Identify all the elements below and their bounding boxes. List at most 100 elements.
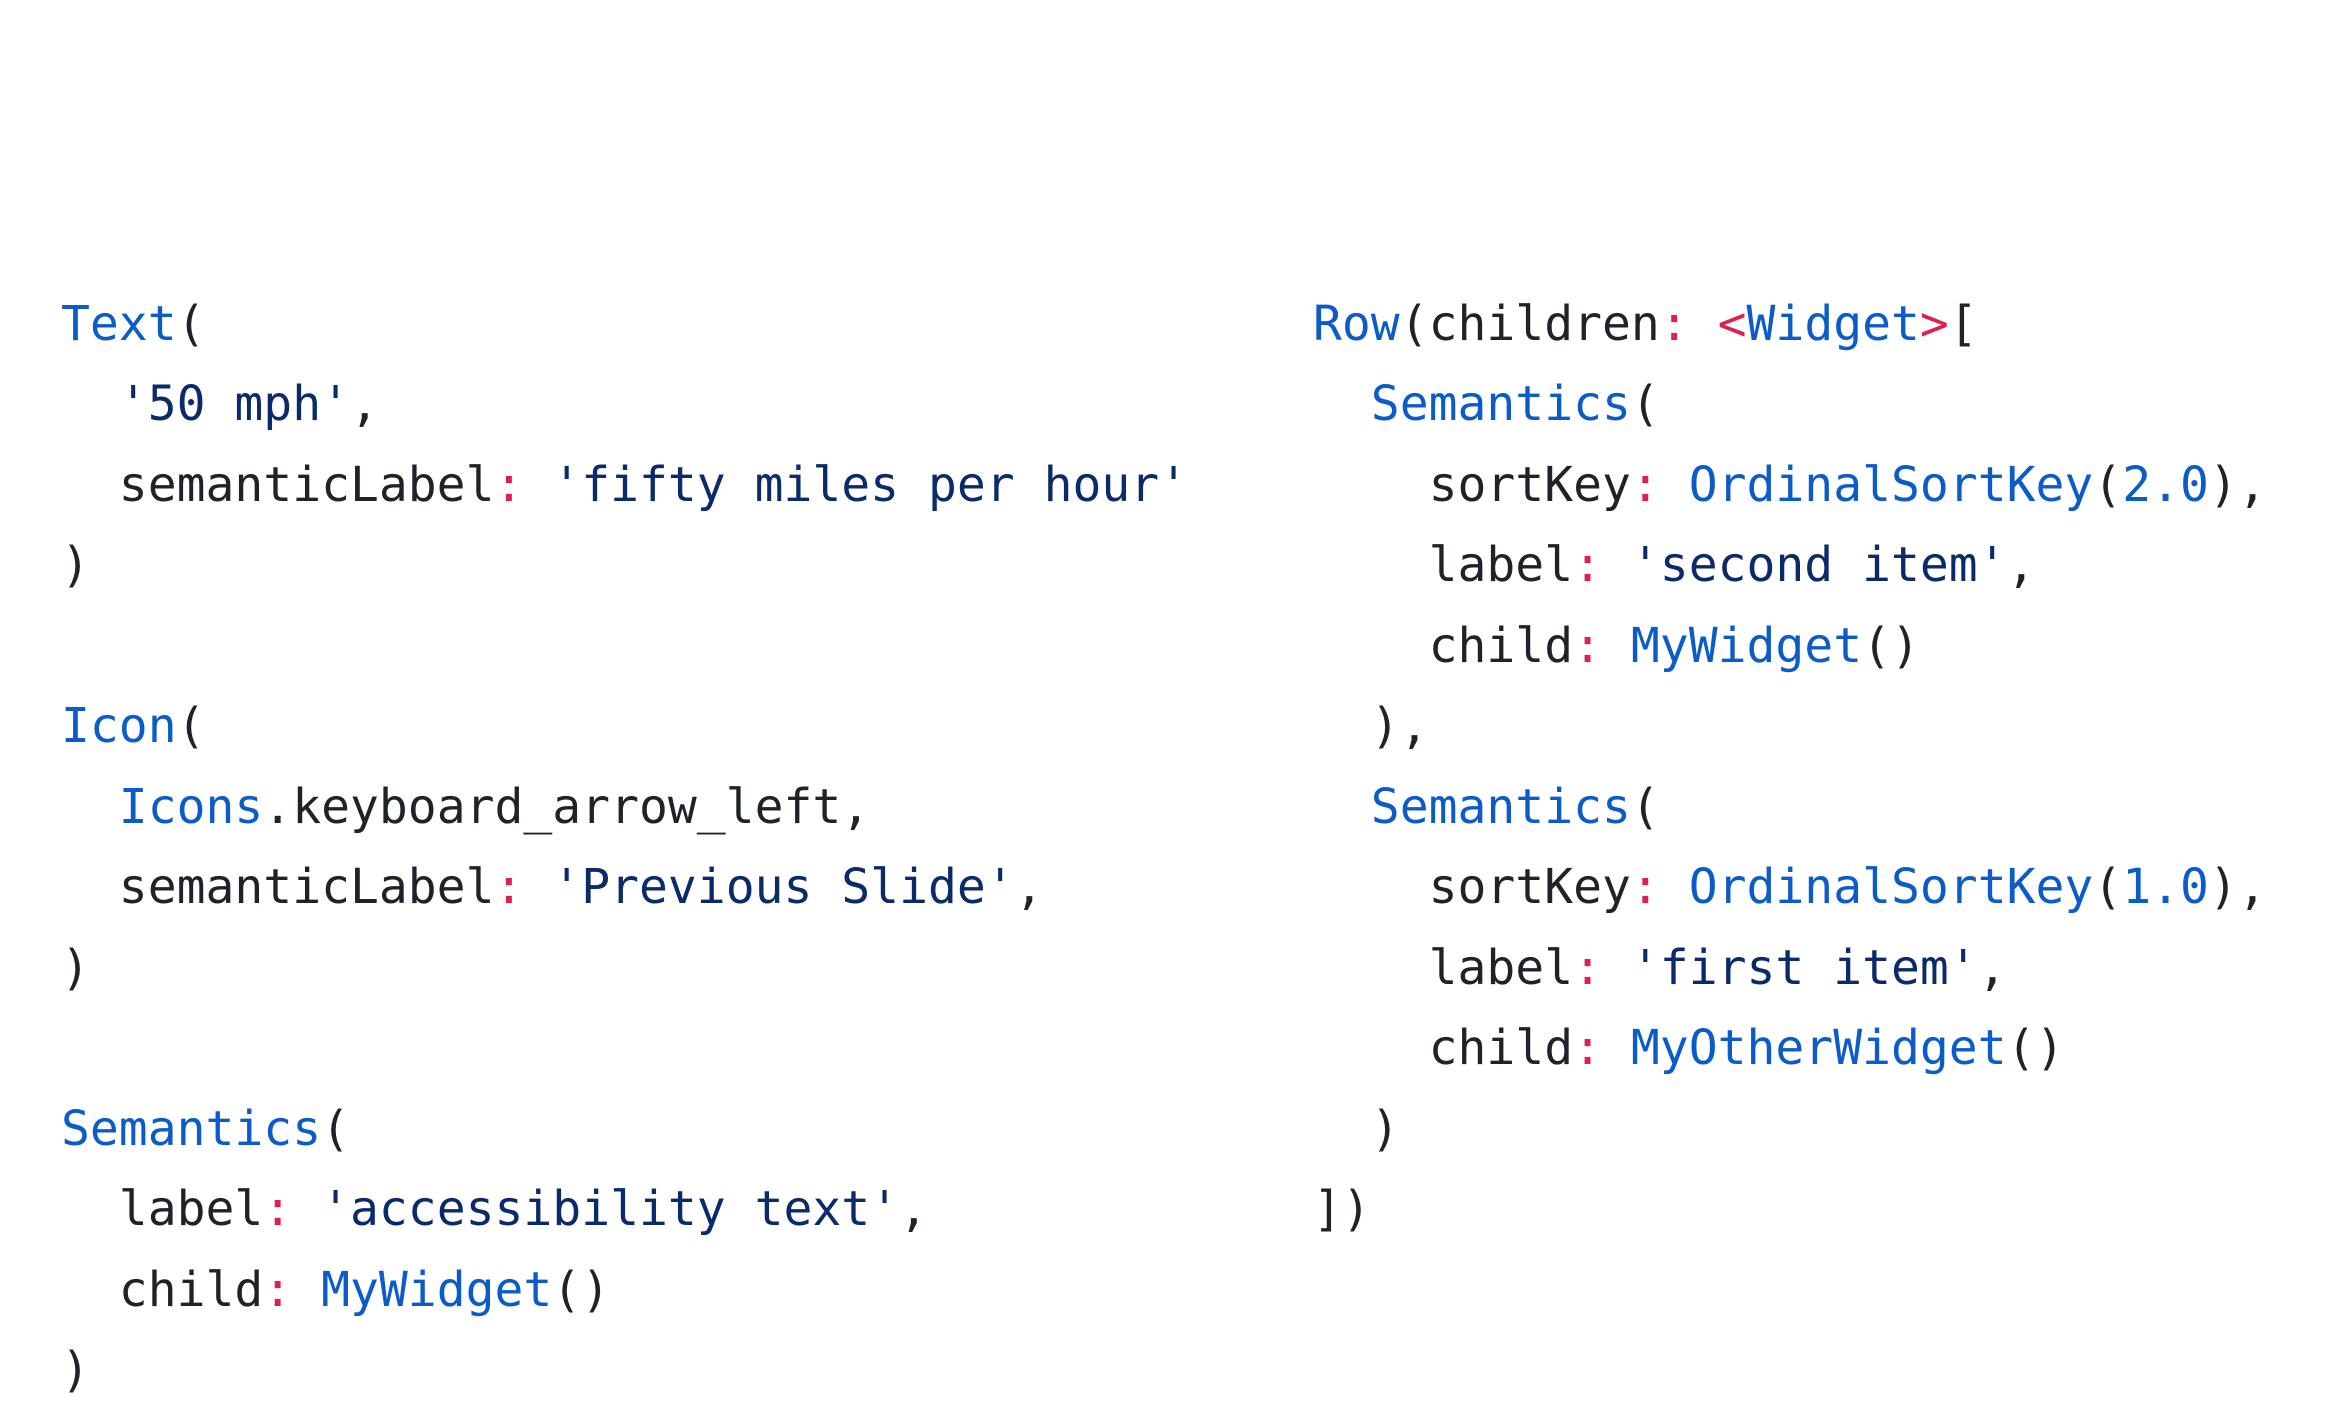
code-token-type: Icon	[61, 698, 177, 754]
code-token-punct: ])	[1313, 1181, 1371, 1237]
code-token-type: Row	[1313, 295, 1400, 352]
code-token-colon: :	[494, 859, 524, 915]
code-token-punct: (children	[1399, 295, 1660, 352]
code-token-type: Icons	[118, 778, 264, 835]
code-token-number: 1.0	[2122, 859, 2209, 915]
code-line: Semantics(	[1313, 767, 2267, 848]
code-token-type: Text	[61, 295, 177, 352]
code-line: label: 'second item',	[1313, 525, 2267, 606]
code-token-plain: child	[1313, 1020, 1574, 1076]
code-token-colon: :	[1630, 859, 1660, 915]
code-line: sortKey: OrdinalSortKey(2.0),	[1313, 445, 2267, 526]
code-line: child: MyWidget()	[1313, 606, 2267, 687]
code-token-punct: (	[321, 1100, 350, 1157]
code-token-colon: :	[1573, 537, 1602, 593]
code-token-plain: label	[1313, 939, 1574, 996]
code-token-type: Semantics	[1370, 778, 1631, 835]
code-token-plain: child	[1313, 617, 1574, 674]
code-token-plain: .keyboard_arrow_left,	[263, 778, 871, 835]
code-token-plain: label	[61, 1181, 264, 1237]
code-line: semanticLabel: 'fifty miles per hour'	[61, 445, 1188, 526]
code-snippet-right: Row(children: <Widget>[ Semantics( sortK…	[1313, 42, 2267, 1250]
code-token-plain: sortKey	[1313, 859, 1631, 915]
code-token-type: Widget	[1746, 295, 1920, 352]
code-token-plain: label	[1313, 537, 1574, 593]
code-line: label: 'first item',	[1313, 928, 2267, 1009]
code-token-colon: :	[1573, 1020, 1602, 1076]
code-token-punct: ,	[1977, 939, 2007, 996]
code-line: Text(	[61, 284, 1188, 365]
code-token-punct: ),	[1370, 698, 1429, 754]
code-line: child: MyWidget()	[61, 1250, 1188, 1331]
code-line: sortKey: OrdinalSortKey(1.0),	[1313, 847, 2267, 928]
code-token-colon: :	[1573, 939, 1602, 996]
code-token-punct: (	[2093, 859, 2123, 915]
code-line: Semantics(	[1313, 364, 2267, 445]
code-token-colon: :	[263, 1261, 293, 1318]
code-token-type: MyOtherWidget	[1630, 1020, 2007, 1076]
code-token-string: 'fifty miles per hour'	[552, 456, 1189, 513]
code-token-punct: [	[1948, 295, 1978, 352]
code-token-string: 'accessibility text'	[321, 1181, 900, 1237]
code-token-generic: <	[1717, 295, 1747, 352]
code-token-string: 'first item'	[1630, 939, 1978, 996]
code-token-punct: ()	[1862, 617, 1920, 674]
code-token-punct: ()	[2006, 1020, 2065, 1076]
code-line: Semantics(	[61, 1089, 1188, 1170]
code-token-type: MyWidget	[321, 1261, 553, 1318]
code-line: Icon(	[61, 686, 1188, 767]
code-line: semanticLabel: 'Previous Slide',	[61, 847, 1188, 928]
code-line: child: MyOtherWidget()	[1313, 1008, 2267, 1089]
code-token-punct: )	[61, 939, 90, 996]
code-line: )	[61, 1330, 1188, 1411]
code-token-plain: semanticLabel	[61, 859, 495, 915]
code-token-punct: ),	[2208, 456, 2267, 513]
code-token-punct: )	[61, 1342, 90, 1398]
code-token-type: Semantics	[61, 1100, 322, 1157]
code-token-colon: :	[1659, 295, 1689, 352]
code-token-punct: (	[2093, 456, 2123, 513]
code-line: )	[61, 928, 1188, 1009]
code-line: label: 'accessibility text',	[61, 1169, 1188, 1250]
code-line: '50 mph',	[61, 364, 1188, 445]
code-token-type: OrdinalSortKey	[1688, 859, 2094, 915]
code-token-punct: ,	[899, 1181, 928, 1237]
code-token-plain: child	[61, 1261, 264, 1318]
code-token-punct: )	[61, 537, 90, 593]
code-token-type: OrdinalSortKey	[1688, 456, 2094, 513]
code-token-punct: ),	[2208, 859, 2267, 915]
code-token-number: 2.0	[2122, 456, 2209, 513]
code-token-string: 'Previous Slide'	[552, 859, 1015, 915]
code-token-colon: :	[263, 1181, 293, 1237]
code-token-type: MyWidget	[1630, 617, 1863, 674]
code-token-punct: (	[1630, 778, 1660, 835]
code-token-generic: >	[1919, 295, 1949, 352]
code-token-type: Semantics	[1370, 376, 1631, 432]
code-token-colon: :	[494, 456, 524, 513]
code-token-colon: :	[1573, 617, 1602, 674]
code-token-colon: :	[1630, 456, 1660, 513]
code-line: ),	[1313, 686, 2267, 767]
code-token-punct: )	[1370, 1100, 1400, 1157]
code-token-plain: sortKey	[1313, 456, 1631, 513]
code-line: )	[1313, 1089, 2267, 1170]
code-line: Row(children: <Widget>[	[1313, 284, 2267, 365]
code-token-punct: ,	[1014, 859, 1044, 915]
code-token-string: 'second item'	[1630, 537, 2007, 593]
code-token-punct: ,	[2006, 537, 2036, 593]
